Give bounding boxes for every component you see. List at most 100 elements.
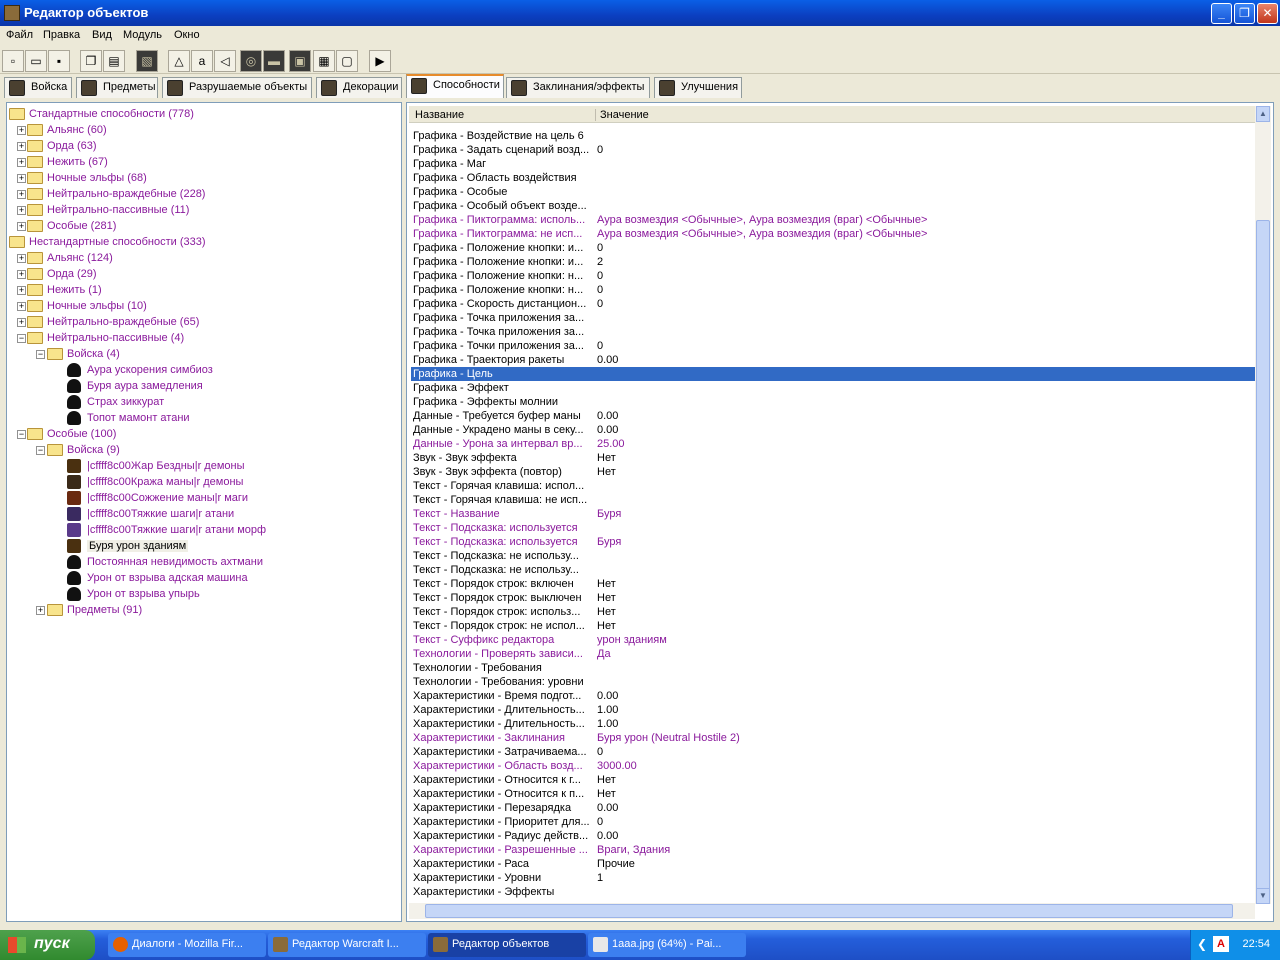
menu-module[interactable]: Модуль	[123, 29, 162, 41]
tray-expand-icon[interactable]: ❮	[1197, 937, 1207, 951]
title-bar[interactable]: Редактор объектов _ ❐ ✕	[0, 0, 1280, 26]
tree-item[interactable]: +Урон от взрыва упырь	[7, 586, 397, 602]
tree-item[interactable]: + Нежить (67)	[7, 154, 397, 170]
grid-row[interactable]: Текст - Порядок строк: включен Нет	[411, 577, 1257, 591]
scroll-thumb[interactable]	[1256, 220, 1270, 890]
speaker-icon[interactable]: ◁	[214, 50, 236, 72]
tree-item[interactable]: − Войска (4)	[7, 346, 397, 362]
grid-row[interactable]: Графика - Траектория ракеты 0.00	[411, 353, 1257, 367]
tree-item[interactable]: + Нейтрально-пассивные (11)	[7, 202, 397, 218]
tree-item[interactable]: + Особые (281)	[7, 218, 397, 234]
grid-row[interactable]: Звук - Звук эффекта (повтор) Нет	[411, 465, 1257, 479]
tree-item[interactable]: +|cffff8c00Сожжение маны|r маги	[7, 490, 397, 506]
close-button[interactable]: ✕	[1257, 3, 1278, 24]
tree-item[interactable]: + Орда (29)	[7, 266, 397, 282]
grid-row[interactable]: Графика - Положение кнопки: и... 0	[411, 241, 1257, 255]
grid-row[interactable]: Графика - Пиктограмма: не исп... Аура воз…	[411, 227, 1257, 241]
expand-icon[interactable]: +	[36, 606, 45, 615]
grid-row[interactable]: Графика - Точки приложения за... 0	[411, 339, 1257, 353]
menu-edit[interactable]: Правка	[43, 29, 80, 41]
grid-row[interactable]: Характеристики - Заклинания Буря урон (Ne…	[411, 731, 1257, 745]
trigger-editor-icon[interactable]: △	[168, 50, 190, 72]
grid-row[interactable]: Характеристики - Приоритет для... 0	[411, 815, 1257, 829]
collapse-icon[interactable]: −	[17, 334, 26, 343]
tree-item[interactable]: +Топот мамонт атани	[7, 410, 397, 426]
tree-item[interactable]: + Нежить (1)	[7, 282, 397, 298]
expand-icon[interactable]: +	[17, 302, 26, 311]
grid-row[interactable]: Текст - Порядок строк: использ... Нет	[411, 605, 1257, 619]
grid-row[interactable]: Характеристики - Область возд... 3000.00	[411, 759, 1257, 773]
horizontal-scrollbar[interactable]	[409, 903, 1255, 919]
tree-item[interactable]: + Альянс (124)	[7, 250, 397, 266]
expand-icon[interactable]: +	[17, 142, 26, 151]
hscroll-thumb[interactable]	[425, 904, 1233, 918]
tree-item[interactable]: +|cffff8c00Тяжкие шаги|r атани морф	[7, 522, 397, 538]
expand-icon[interactable]: +	[17, 254, 26, 263]
tab-doodads[interactable]: Декорации	[316, 77, 402, 98]
grid-row[interactable]: Графика - Точка приложения за...	[411, 325, 1257, 339]
tree-item[interactable]: +Постоянная невидимость ахтмани	[7, 554, 397, 570]
grid-row[interactable]: Графика - Скорость дистанцион... 0	[411, 297, 1257, 311]
expand-icon[interactable]: +	[17, 206, 26, 215]
collapse-icon[interactable]: −	[17, 430, 26, 439]
antivirus-icon[interactable]: A	[1213, 936, 1229, 952]
grid-row[interactable]: Текст - Подсказка: используется Буря	[411, 535, 1257, 549]
tab-abilities[interactable]: Способности	[406, 74, 504, 98]
grid-row[interactable]: Звук - Звук эффекта Нет	[411, 451, 1257, 465]
tree-item[interactable]: +Страх зиккурат	[7, 394, 397, 410]
grid-row[interactable]: Графика - Область воздействия	[411, 171, 1257, 185]
expand-icon[interactable]: +	[17, 190, 26, 199]
grid-row[interactable]: Технологии - Требования: уровни	[411, 675, 1257, 689]
tab-upgrades[interactable]: Улучшения	[654, 77, 742, 98]
menu-file[interactable]: Файл	[6, 29, 33, 41]
tree-item[interactable]: + Орда (63)	[7, 138, 397, 154]
tree-item[interactable]: Нестандартные способности (333)	[7, 234, 397, 250]
paste-icon[interactable]: ▤	[103, 50, 125, 72]
task-paint[interactable]: 1aaa.jpg (64%) - Pai...	[588, 933, 746, 957]
collapse-icon[interactable]: −	[36, 446, 45, 455]
expand-icon[interactable]: +	[17, 222, 26, 231]
tree-item[interactable]: +|cffff8c00Жар Бездны|r демоны	[7, 458, 397, 474]
import-manager-icon[interactable]: ▦	[313, 50, 335, 72]
column-value-header[interactable]: Значение	[595, 109, 649, 121]
object-editor-icon[interactable]: ◎	[240, 50, 262, 72]
start-button[interactable]: пуск	[0, 930, 95, 960]
expand-icon[interactable]: +	[17, 270, 26, 279]
scroll-down-icon[interactable]: ▼	[1256, 888, 1270, 904]
tree-item[interactable]: + Альянс (60)	[7, 122, 397, 138]
task-warcraft-editor[interactable]: Редактор Warcraft I...	[268, 933, 426, 957]
grid-row[interactable]: Характеристики - Время подгот... 0.00	[411, 689, 1257, 703]
scroll-up-icon[interactable]: ▲	[1256, 106, 1270, 122]
minimize-button[interactable]: _	[1211, 3, 1232, 24]
grid-row[interactable]: Графика - Эффекты молнии	[411, 395, 1257, 409]
grid-row[interactable]: Характеристики - Уровни 1	[411, 871, 1257, 885]
task-firefox[interactable]: Диалоги - Mozilla Fir...	[108, 933, 266, 957]
script-editor-icon[interactable]: ▢	[336, 50, 358, 72]
object-tree[interactable]: Стандартные способности (778) + Альянс (60…	[6, 102, 402, 922]
collapse-icon[interactable]: −	[36, 350, 45, 359]
grid-row[interactable]: Характеристики - Длительность... 1.00	[411, 717, 1257, 731]
grid-row[interactable]: Графика - Цель	[411, 367, 1257, 381]
tree-item[interactable]: + Нейтрально-враждебные (228)	[7, 186, 397, 202]
tree-item[interactable]: + Ночные эльфы (10)	[7, 298, 397, 314]
column-name-header[interactable]: Название	[415, 109, 464, 121]
tree-item[interactable]: +Урон от взрыва адская машина	[7, 570, 397, 586]
grid-row[interactable]: Графика - Особый объект возде...	[411, 199, 1257, 213]
grid-row[interactable]: Характеристики - Относится к п... Нет	[411, 787, 1257, 801]
grid-row[interactable]: Текст - Подсказка: не использу...	[411, 549, 1257, 563]
grid-row[interactable]: Технологии - Проверять зависи... Да	[411, 647, 1257, 661]
tree-item[interactable]: +Буря урон зданиям	[7, 538, 397, 554]
tree-item[interactable]: − Особые (100)	[7, 426, 397, 442]
grid-row[interactable]: Технологии - Требования	[411, 661, 1257, 675]
expand-icon[interactable]: +	[17, 174, 26, 183]
grid-row[interactable]: Графика - Положение кнопки: н... 0	[411, 283, 1257, 297]
vertical-scrollbar[interactable]: ▲ ▼	[1255, 106, 1271, 904]
menu-view[interactable]: Вид	[92, 29, 112, 41]
expand-icon[interactable]: +	[17, 286, 26, 295]
tree-item[interactable]: +|cffff8c00Тяжкие шаги|r атани	[7, 506, 397, 522]
tree-item[interactable]: + Нейтрально-враждебные (65)	[7, 314, 397, 330]
grid-row[interactable]: Характеристики - Затрачиваема... 0	[411, 745, 1257, 759]
campaign-editor-icon[interactable]: ▬	[263, 50, 285, 72]
tab-buffs[interactable]: Заклинания/эффекты	[506, 77, 650, 98]
grid-row[interactable]: Текст - Горячая клавиша: испол...	[411, 479, 1257, 493]
